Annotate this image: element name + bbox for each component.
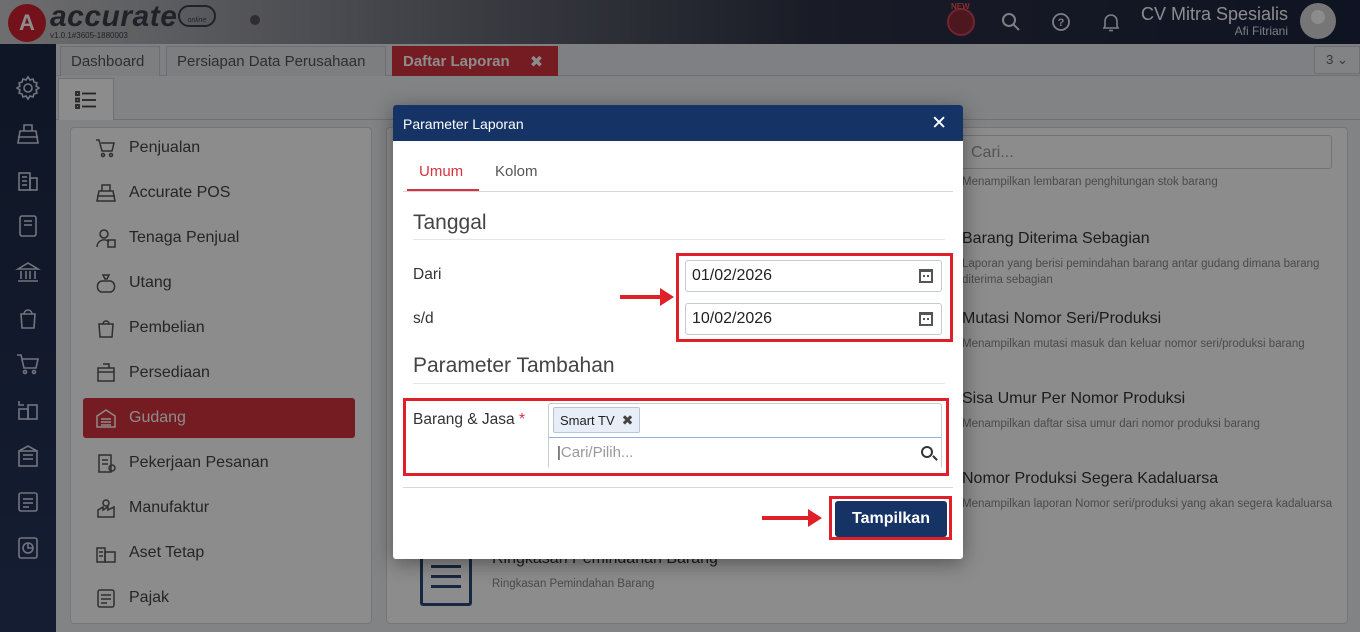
highlight-box-submit — [829, 496, 952, 540]
divider — [403, 487, 953, 488]
divider — [413, 239, 945, 240]
highlight-box-dates — [676, 253, 953, 342]
dialog-title: Parameter Laporan — [403, 116, 524, 132]
dialog-header: Parameter Laporan ✕ — [393, 105, 963, 141]
arrow-icon — [620, 288, 674, 306]
arrow-icon — [762, 509, 822, 527]
divider — [413, 383, 945, 384]
highlight-box-items — [403, 398, 949, 476]
from-date-label: Dari — [413, 266, 442, 283]
tab-kolom[interactable]: Kolom — [495, 163, 538, 180]
section-title-tanggal: Tanggal — [413, 211, 487, 234]
to-date-label: s/d — [413, 310, 434, 327]
close-icon[interactable]: ✕ — [931, 112, 947, 135]
section-title-parameter-tambahan: Parameter Tambahan — [413, 354, 615, 377]
tab-umum[interactable]: Umum — [419, 163, 463, 180]
divider — [403, 191, 953, 192]
